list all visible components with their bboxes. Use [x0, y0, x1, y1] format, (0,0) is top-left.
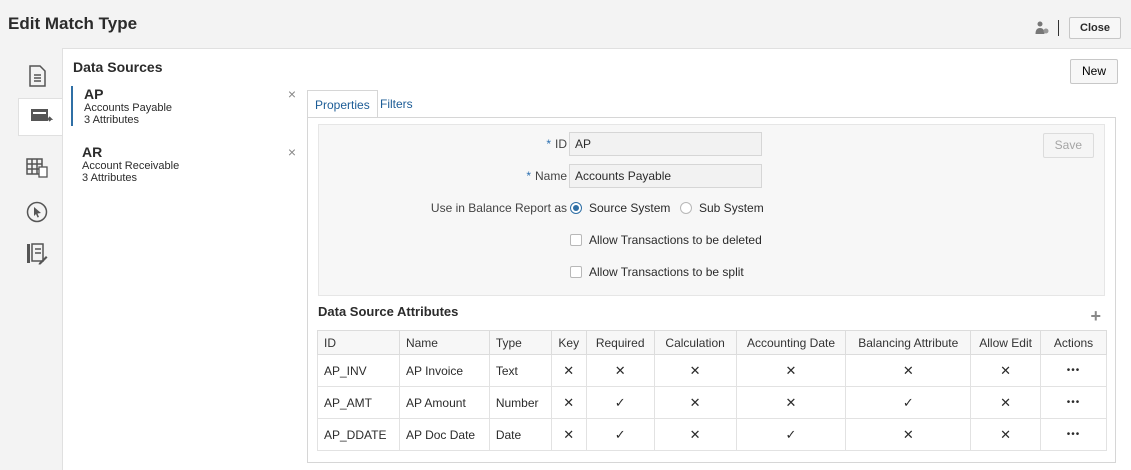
save-button[interactable]: Save — [1042, 133, 1094, 158]
page-title: Edit Match Type — [8, 14, 138, 33]
attributes-table: ID Name Type Key Required Calculation Ac… — [317, 330, 1107, 451]
col-type[interactable]: Type — [488, 330, 552, 355]
cell-name: AP Amount — [398, 386, 490, 419]
data-sources-title: Data Sources — [73, 59, 163, 75]
nav-data-sources[interactable] — [18, 98, 64, 136]
properties-panel: * ID AP * Name Accounts Payable Use in Bal… — [307, 117, 1116, 463]
cell-allow-edit: ✕ — [970, 418, 1042, 451]
cell-balancing: ✕ — [845, 354, 972, 387]
cell-type: Number — [488, 386, 552, 419]
col-actions[interactable]: Actions — [1040, 330, 1107, 355]
cell-calculation: ✕ — [653, 386, 737, 419]
nav-edit[interactable] — [10, 236, 63, 274]
cell-type: Text — [488, 354, 552, 387]
edit-list-icon — [26, 242, 48, 268]
id-label: * ID — [546, 137, 567, 151]
tab-properties[interactable]: Properties — [307, 90, 378, 118]
tab-filters[interactable]: Filters — [373, 90, 420, 118]
nav-rules[interactable] — [10, 150, 63, 188]
add-attribute-icon[interactable]: + — [1090, 306, 1101, 327]
required-mark: * — [546, 137, 551, 151]
cell-balancing: ✓ — [845, 386, 972, 419]
cell-id: AP_DDATE — [317, 418, 400, 451]
col-key[interactable]: Key — [550, 330, 587, 355]
cursor-icon — [26, 201, 48, 226]
table-row: AP_DDATE AP Doc Date Date ✕ ✓ ✕ ✓ ✕ ✕ ••… — [317, 418, 1107, 451]
cell-required: ✓ — [585, 386, 655, 419]
cell-key: ✕ — [550, 386, 587, 419]
cell-balancing: ✕ — [845, 418, 972, 451]
left-nav — [10, 48, 64, 470]
sub-system-label: Sub System — [699, 201, 764, 215]
cell-id: AP_AMT — [317, 386, 400, 419]
cell-accounting-date: ✕ — [735, 354, 847, 387]
col-calculation[interactable]: Calculation — [653, 330, 737, 355]
col-accounting-date[interactable]: Accounting Date — [735, 330, 847, 355]
allow-split-label: Allow Transactions to be split — [589, 265, 744, 279]
more-actions-icon[interactable]: ••• — [1040, 386, 1107, 419]
data-source-item-ar[interactable]: AR Account Receivable 3 Attributes × — [71, 144, 296, 184]
document-list-icon — [27, 64, 47, 90]
sub-system-radio[interactable] — [680, 202, 692, 214]
cell-required: ✓ — [585, 418, 655, 451]
col-name[interactable]: Name — [398, 330, 490, 355]
close-button[interactable]: Close — [1069, 17, 1121, 39]
cell-accounting-date: ✓ — [735, 418, 847, 451]
cell-key: ✕ — [550, 354, 587, 387]
data-source-name: Accounts Payable — [84, 102, 173, 114]
name-label: * Name — [526, 169, 567, 183]
cell-allow-edit: ✕ — [970, 354, 1042, 387]
more-actions-icon[interactable]: ••• — [1040, 418, 1107, 451]
cell-type: Date — [488, 418, 552, 451]
table-row: AP_AMT AP Amount Number ✕ ✓ ✕ ✕ ✓ ✕ ••• — [317, 386, 1107, 419]
cell-accounting-date: ✕ — [735, 386, 847, 419]
divider — [1058, 20, 1060, 36]
table-row: AP_INV AP Invoice Text ✕ ✕ ✕ ✕ ✕ ✕ ••• — [317, 354, 1107, 387]
source-system-label: Source System — [589, 201, 671, 215]
attributes-title: Data Source Attributes — [318, 304, 459, 319]
data-source-code: AR — [82, 144, 103, 160]
cell-allow-edit: ✕ — [970, 386, 1042, 419]
cell-required: ✕ — [585, 354, 655, 387]
new-button[interactable]: New — [1069, 59, 1118, 84]
cell-id: AP_INV — [317, 354, 400, 387]
data-source-attributes: 3 Attributes — [84, 114, 140, 126]
allow-delete-checkbox[interactable] — [570, 234, 582, 246]
data-source-item-ap[interactable]: AP Accounts Payable 3 Attributes × — [71, 86, 296, 126]
table-header-row: ID Name Type Key Required Calculation Ac… — [317, 330, 1107, 355]
allow-split-checkbox[interactable] — [570, 266, 582, 278]
remove-icon[interactable]: × — [288, 86, 296, 102]
data-source-code: AP — [84, 86, 104, 102]
col-balancing-attribute[interactable]: Balancing Attribute — [845, 330, 972, 355]
remove-icon[interactable]: × — [288, 144, 296, 160]
more-actions-icon[interactable]: ••• — [1040, 354, 1107, 387]
col-id[interactable]: ID — [317, 330, 400, 355]
content-panel: Data Sources New AP Accounts Payable 3 A… — [62, 48, 1131, 470]
allow-delete-label: Allow Transactions to be deleted — [589, 233, 762, 247]
col-required[interactable]: Required — [585, 330, 655, 355]
top-bar: Edit Match Type Close — [0, 0, 1131, 46]
id-field[interactable]: AP — [569, 132, 762, 156]
source-system-radio[interactable] — [570, 202, 582, 214]
col-allow-edit[interactable]: Allow Edit — [970, 330, 1042, 355]
name-field[interactable]: Accounts Payable — [569, 164, 762, 188]
nav-actions[interactable] — [10, 194, 63, 232]
cell-key: ✕ — [550, 418, 587, 451]
cell-calculation: ✕ — [653, 418, 737, 451]
data-source-attributes: 3 Attributes — [82, 172, 138, 184]
balance-report-label: Use in Balance Report as — [430, 201, 567, 215]
cell-name: AP Invoice — [398, 354, 490, 387]
properties-form: * ID AP * Name Accounts Payable Use in Bal… — [318, 124, 1105, 296]
cell-calculation: ✕ — [653, 354, 737, 387]
cell-name: AP Doc Date — [398, 418, 490, 451]
required-mark: * — [526, 169, 531, 183]
nav-overview[interactable] — [10, 58, 63, 96]
data-source-icon — [30, 106, 54, 129]
data-source-name: Account Receivable — [82, 160, 180, 172]
user-icon[interactable] — [1034, 20, 1050, 36]
table-icon — [25, 157, 48, 181]
top-actions: Close — [1034, 17, 1121, 39]
